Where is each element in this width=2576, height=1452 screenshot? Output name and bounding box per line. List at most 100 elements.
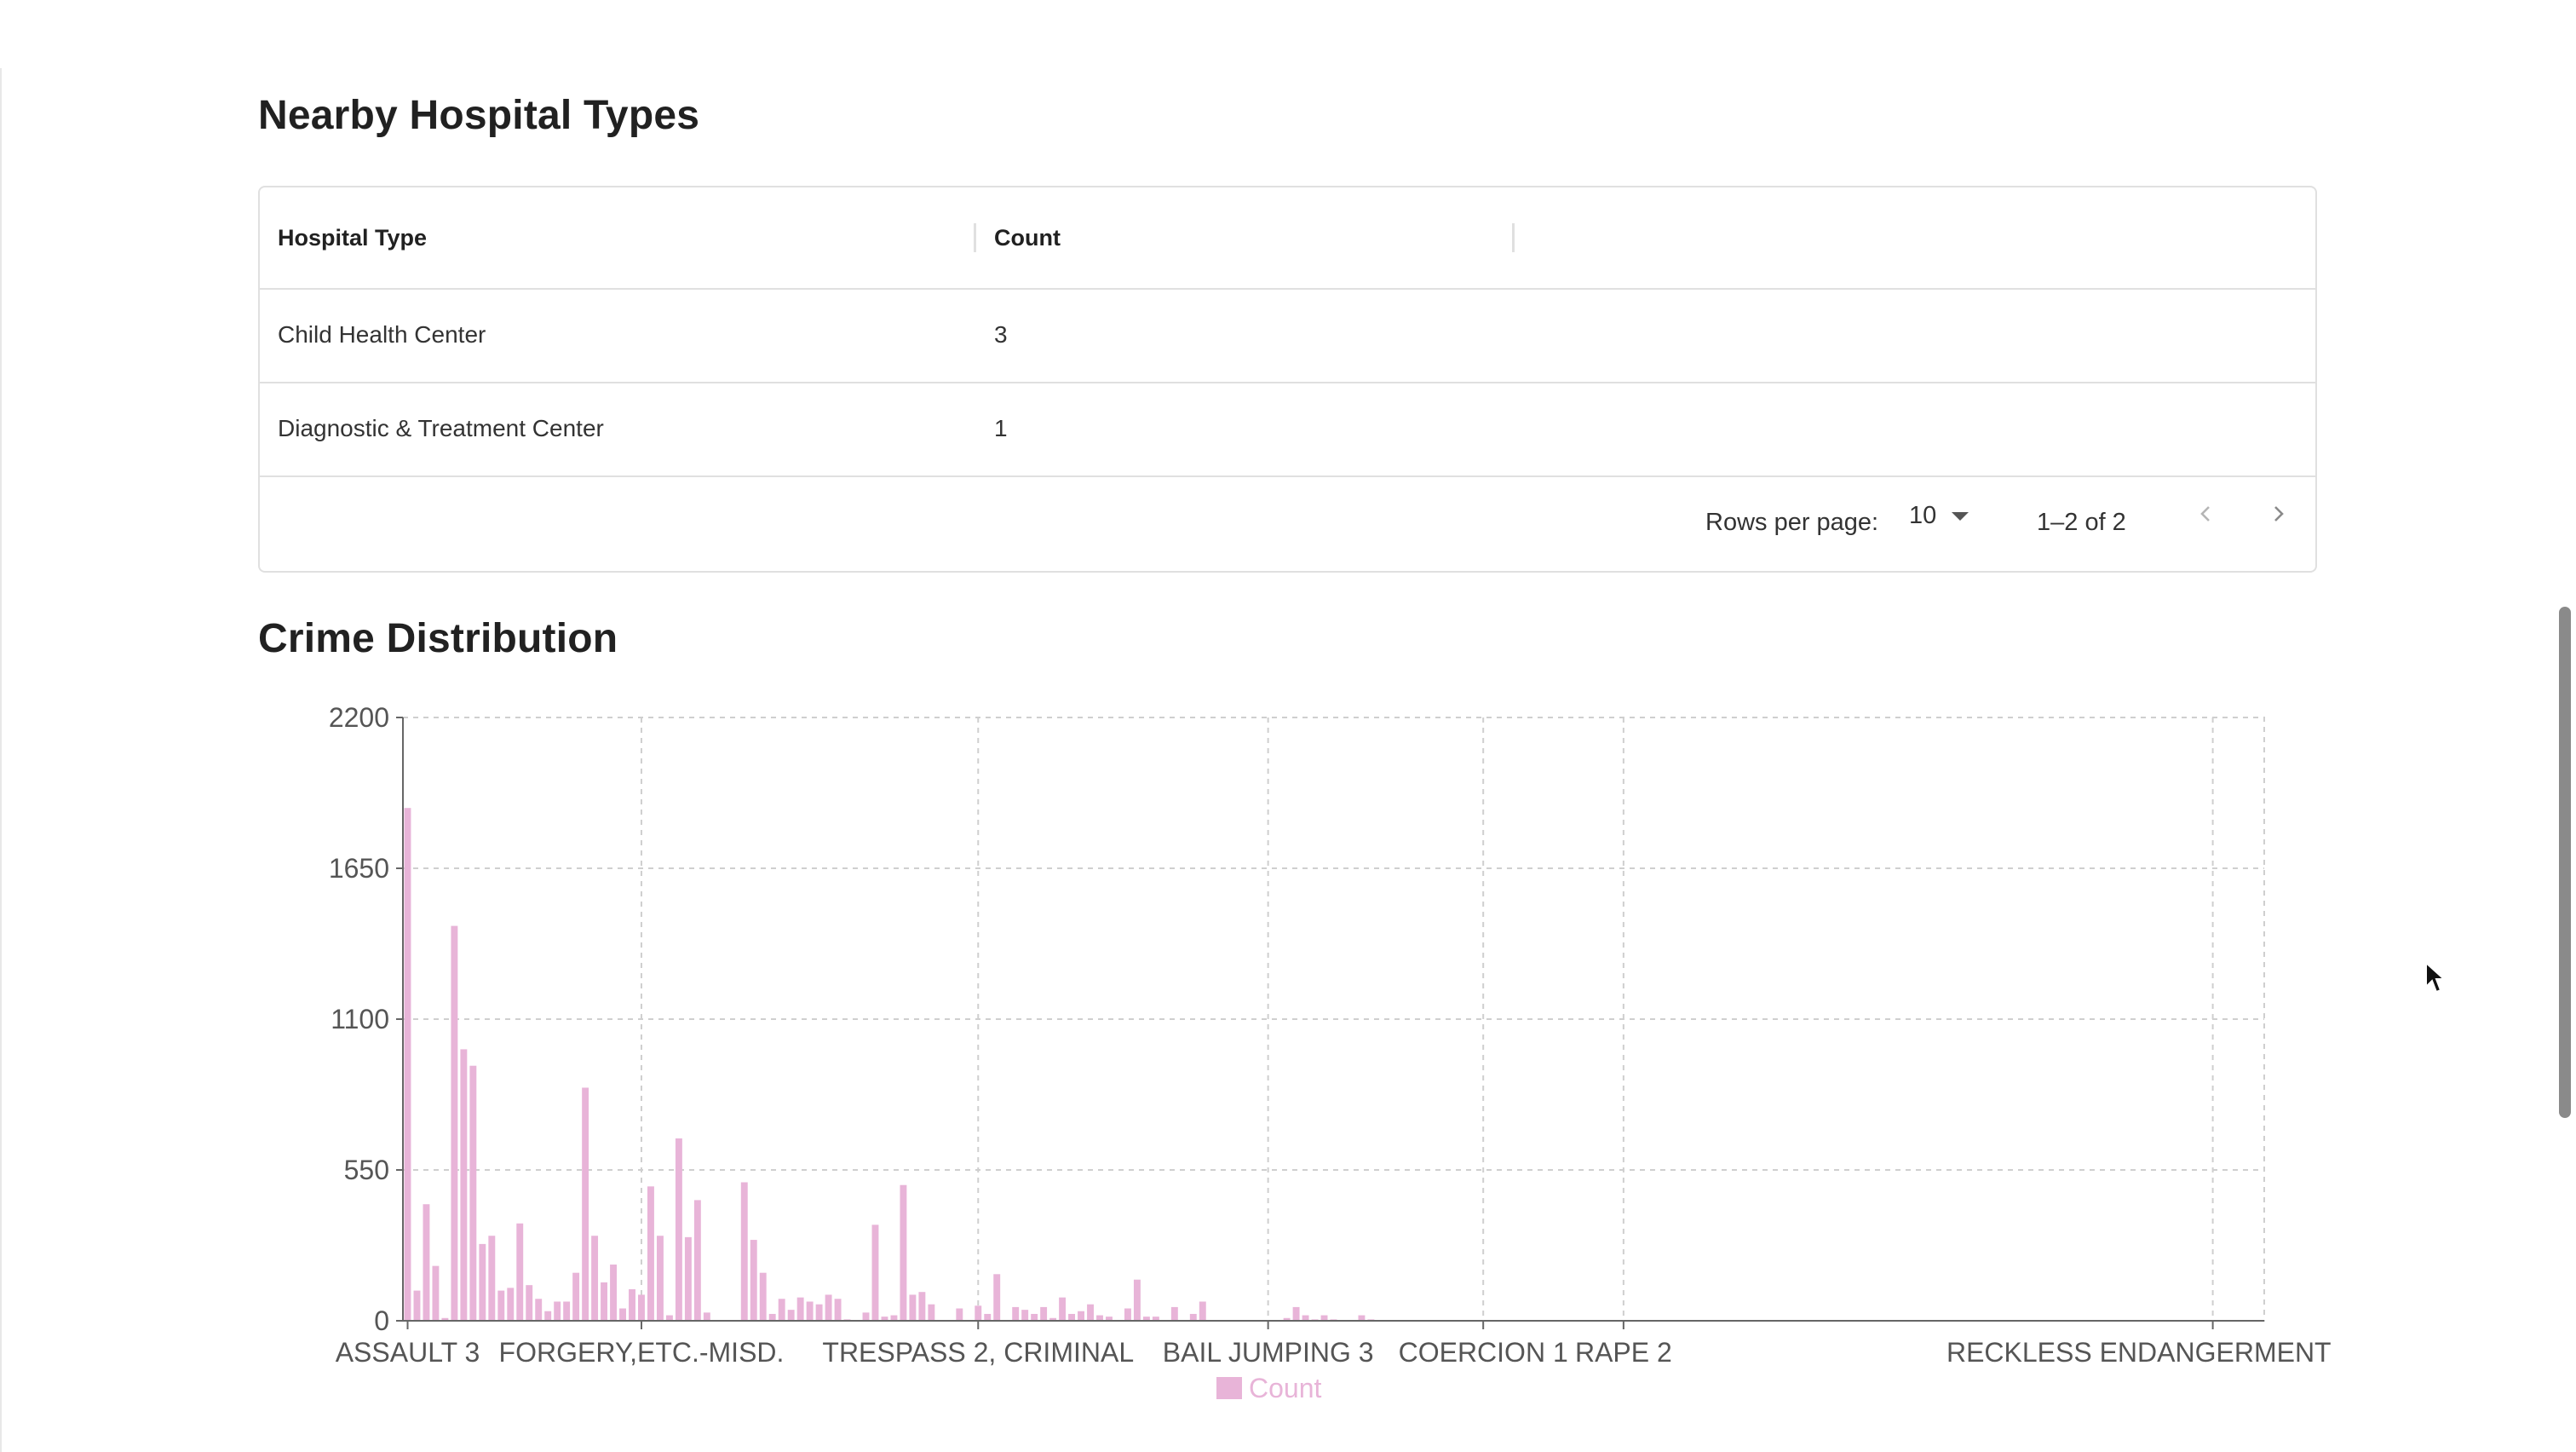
chevron-left-icon bbox=[2200, 506, 2210, 521]
column-header-count[interactable]: Count bbox=[994, 187, 1061, 288]
x-tick-label: BAIL JUMPING 3 bbox=[1163, 1337, 1374, 1368]
x-tick-label: RAPE 2 bbox=[1575, 1337, 1672, 1368]
bar bbox=[871, 1224, 879, 1321]
bar bbox=[1292, 1306, 1300, 1321]
bar bbox=[796, 1297, 804, 1321]
hospital-types-heading: Nearby Hospital Types bbox=[258, 93, 700, 138]
bar bbox=[1021, 1310, 1029, 1321]
bar bbox=[1068, 1313, 1076, 1321]
x-tick-label: ASSAULT 3 bbox=[336, 1337, 480, 1368]
bar bbox=[1170, 1306, 1178, 1321]
bar bbox=[610, 1265, 618, 1321]
x-tick-label: FORGERY,ETC.-MISD. bbox=[499, 1337, 785, 1368]
table-row[interactable]: Diagnostic & Treatment Center 1 bbox=[260, 382, 2315, 477]
bar bbox=[1199, 1301, 1206, 1321]
next-page-button[interactable] bbox=[2257, 493, 2299, 535]
table-pagination: Rows per page: 10 1–2 of 2 bbox=[260, 477, 2315, 571]
bar bbox=[750, 1240, 757, 1321]
bar bbox=[582, 1087, 589, 1321]
x-tick-label: TRESPASS 2, CRIMINAL bbox=[822, 1337, 1134, 1368]
bar bbox=[572, 1272, 580, 1321]
bar bbox=[647, 1186, 654, 1321]
column-separator[interactable] bbox=[1512, 223, 1515, 252]
bar bbox=[526, 1285, 533, 1321]
bar bbox=[1012, 1306, 1020, 1321]
bar bbox=[656, 1236, 664, 1321]
bar bbox=[535, 1299, 543, 1321]
bar bbox=[928, 1304, 935, 1321]
rows-per-page-label: Rows per page: bbox=[1705, 509, 1879, 536]
bar bbox=[629, 1288, 635, 1321]
bar bbox=[909, 1294, 917, 1321]
bar bbox=[675, 1138, 682, 1321]
bar bbox=[1040, 1306, 1048, 1321]
previous-page-button[interactable] bbox=[2185, 493, 2228, 535]
bar bbox=[825, 1294, 832, 1321]
hospital-type-cell: Child Health Center bbox=[278, 321, 486, 348]
bar bbox=[488, 1236, 496, 1321]
bar bbox=[815, 1304, 823, 1321]
x-tick-label: COERCION 1 bbox=[1399, 1337, 1568, 1368]
bar bbox=[787, 1310, 795, 1321]
bar bbox=[993, 1274, 1001, 1321]
pagination-range: 1–2 of 2 bbox=[2037, 509, 2126, 536]
bar bbox=[404, 808, 411, 1321]
bar bbox=[768, 1313, 776, 1321]
bar bbox=[423, 1204, 430, 1321]
bar bbox=[778, 1299, 785, 1321]
bar bbox=[544, 1311, 552, 1321]
bar bbox=[693, 1200, 701, 1321]
bar bbox=[806, 1301, 814, 1321]
bar bbox=[703, 1312, 710, 1321]
chevron-right-icon bbox=[2274, 506, 2284, 521]
page-left-border bbox=[0, 68, 2, 1452]
bar bbox=[554, 1301, 561, 1321]
bar bbox=[638, 1294, 645, 1321]
bar bbox=[1189, 1313, 1197, 1321]
bar bbox=[507, 1288, 515, 1321]
bar bbox=[1059, 1297, 1067, 1321]
bar bbox=[413, 1290, 421, 1321]
bar bbox=[1087, 1304, 1094, 1321]
bar bbox=[563, 1301, 571, 1321]
bar bbox=[1031, 1313, 1038, 1321]
count-cell: 3 bbox=[994, 321, 1008, 348]
y-tick-label: 550 bbox=[344, 1155, 389, 1185]
bar bbox=[1124, 1308, 1131, 1321]
bar bbox=[1133, 1279, 1141, 1321]
bar bbox=[516, 1223, 524, 1321]
bar bbox=[619, 1308, 626, 1321]
legend-label: Count bbox=[1249, 1373, 1322, 1403]
crime-bar-chart-svg: 0 550 1100 1650 2200 ASSAULT 3 FORGERY,ETC.-MI… bbox=[329, 702, 2337, 1403]
count-cell: 1 bbox=[994, 415, 1008, 441]
bar bbox=[451, 925, 458, 1321]
y-tick-label: 1100 bbox=[331, 1004, 389, 1034]
bar bbox=[479, 1243, 486, 1321]
caret-down-icon bbox=[1952, 512, 1969, 521]
bar bbox=[591, 1236, 599, 1321]
table-row[interactable]: Child Health Center 3 bbox=[260, 288, 2315, 383]
legend-swatch bbox=[1216, 1377, 1242, 1399]
crime-distribution-heading: Crime Distribution bbox=[258, 616, 618, 661]
bar bbox=[432, 1265, 440, 1321]
bar bbox=[834, 1299, 842, 1321]
column-header-hospital-type[interactable]: Hospital Type bbox=[278, 187, 427, 288]
bar bbox=[1078, 1311, 1084, 1321]
column-separator[interactable] bbox=[974, 223, 976, 252]
table-header: Hospital Type Count bbox=[260, 187, 2315, 290]
x-tick-label: RECKLESS ENDANGERMENT OF PROPE bbox=[1946, 1337, 2337, 1368]
bar bbox=[740, 1182, 748, 1321]
rows-per-page-select[interactable]: 10 bbox=[1909, 469, 1969, 562]
bar bbox=[601, 1282, 608, 1321]
scrollbar-thumb[interactable] bbox=[2559, 607, 2571, 1118]
bar bbox=[918, 1292, 926, 1321]
y-tick-label: 0 bbox=[374, 1305, 389, 1336]
bar bbox=[956, 1308, 963, 1321]
crime-distribution-chart: 0 550 1100 1650 2200 ASSAULT 3 FORGERY,ETC.-MI… bbox=[258, 699, 2337, 1432]
bar bbox=[862, 1312, 870, 1321]
mouse-cursor-icon bbox=[2425, 961, 2447, 994]
hospital-type-cell: Diagnostic & Treatment Center bbox=[278, 415, 604, 441]
bar bbox=[460, 1049, 468, 1321]
bar bbox=[975, 1305, 982, 1321]
y-tick-label: 2200 bbox=[329, 702, 389, 733]
